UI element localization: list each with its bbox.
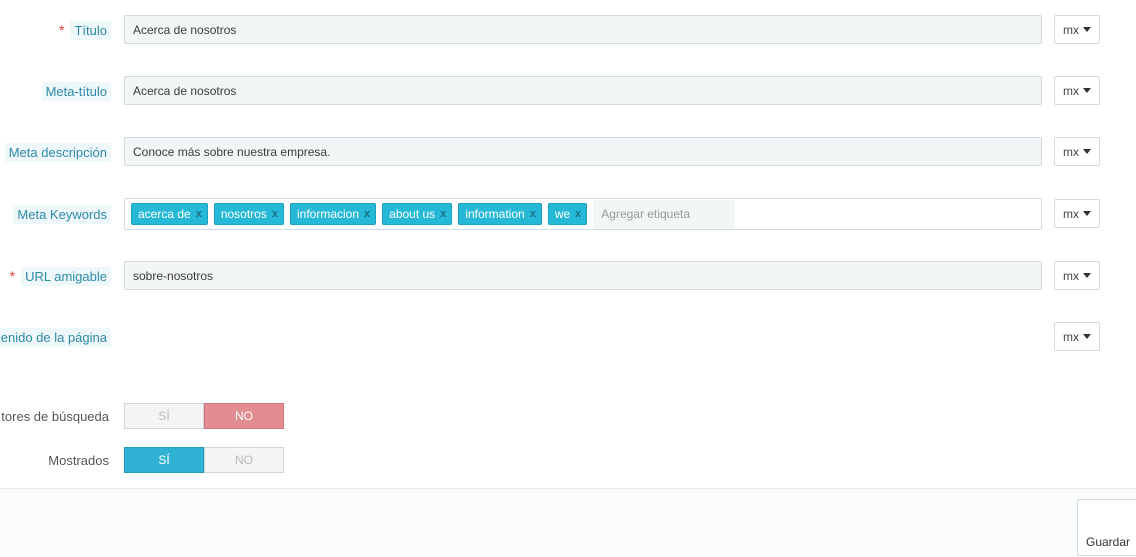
friendly-url-input[interactable]: sobre-nosotros bbox=[124, 261, 1042, 290]
remove-tag-icon[interactable]: x bbox=[364, 208, 370, 220]
meta-description-label: Meta descripción bbox=[4, 142, 111, 162]
lang-code: mx bbox=[1063, 268, 1079, 283]
search-engines-row: tores de búsqueda SÍ NO bbox=[0, 403, 1136, 429]
caret-down-icon bbox=[1083, 149, 1091, 154]
remove-tag-icon[interactable]: x bbox=[440, 208, 446, 220]
page-content-lang-dropdown[interactable]: mx bbox=[1054, 322, 1100, 351]
meta-keywords-label: Meta Keywords bbox=[13, 204, 111, 224]
keyword-tag: about us x bbox=[382, 203, 453, 225]
search-engines-yes-option[interactable]: SÍ bbox=[124, 403, 204, 429]
lang-code: mx bbox=[1063, 83, 1079, 98]
required-marker: * bbox=[59, 22, 65, 38]
meta-title-value: Acerca de nosotros bbox=[133, 83, 237, 98]
meta-title-label: Meta-título bbox=[41, 81, 111, 101]
meta-description-lang-dropdown[interactable]: mx bbox=[1054, 137, 1100, 166]
title-row: * Título Acerca de nosotros mx bbox=[0, 15, 1136, 45]
friendly-url-value: sobre-nosotros bbox=[133, 268, 214, 283]
required-marker: * bbox=[9, 268, 16, 284]
caret-down-icon bbox=[1083, 88, 1091, 93]
page-content-label: enido de la página bbox=[0, 327, 111, 347]
keyword-tag: information x bbox=[458, 203, 542, 225]
lang-code: mx bbox=[1063, 144, 1079, 159]
caret-down-icon bbox=[1083, 211, 1091, 216]
meta-keywords-lang-dropdown[interactable]: mx bbox=[1054, 199, 1100, 228]
lang-code: mx bbox=[1063, 22, 1079, 37]
friendly-url-label: URL amigable bbox=[21, 266, 111, 286]
save-button[interactable]: Guardar bbox=[1077, 499, 1136, 556]
meta-title-row: Meta-título Acerca de nosotros mx bbox=[0, 76, 1136, 106]
title-input[interactable]: Acerca de nosotros bbox=[124, 15, 1042, 44]
form-footer bbox=[0, 488, 1136, 557]
keyword-tag: nosotros x bbox=[213, 203, 284, 225]
caret-down-icon bbox=[1083, 273, 1091, 278]
displayed-switch[interactable]: SÍ NO bbox=[124, 447, 284, 473]
page-content-row: enido de la página mx bbox=[0, 322, 1136, 352]
displayed-yes-option[interactable]: SÍ bbox=[124, 447, 204, 473]
title-lang-dropdown[interactable]: mx bbox=[1054, 15, 1100, 44]
friendly-url-lang-dropdown[interactable]: mx bbox=[1054, 261, 1100, 290]
lang-code: mx bbox=[1063, 206, 1079, 221]
add-tag-input[interactable]: Agregar etiqueta bbox=[593, 200, 736, 228]
keyword-tag: informacion x bbox=[289, 203, 377, 225]
keyword-tag: acerca de x bbox=[131, 203, 208, 225]
title-label: Título bbox=[70, 20, 111, 40]
displayed-row: Mostrados SÍ NO bbox=[0, 447, 1136, 473]
displayed-label: Mostrados bbox=[48, 452, 109, 468]
meta-title-lang-dropdown[interactable]: mx bbox=[1054, 76, 1100, 105]
friendly-url-row: * URL amigable sobre-nosotros mx bbox=[0, 261, 1136, 291]
displayed-no-option[interactable]: NO bbox=[204, 447, 284, 473]
remove-tag-icon[interactable]: x bbox=[530, 208, 536, 220]
title-value: Acerca de nosotros bbox=[133, 22, 237, 37]
keyword-tag: we x bbox=[547, 203, 588, 225]
meta-keywords-tag-input[interactable]: acerca de x nosotros x informacion x about … bbox=[124, 198, 1042, 230]
caret-down-icon bbox=[1083, 334, 1091, 339]
remove-tag-icon[interactable]: x bbox=[272, 208, 278, 220]
meta-description-input[interactable]: Conoce más sobre nuestra empresa. bbox=[124, 137, 1042, 166]
meta-title-input[interactable]: Acerca de nosotros bbox=[124, 76, 1042, 105]
caret-down-icon bbox=[1083, 27, 1091, 32]
remove-tag-icon[interactable]: x bbox=[196, 208, 202, 220]
search-engines-label: tores de búsqueda bbox=[1, 408, 109, 424]
lang-code: mx bbox=[1063, 329, 1079, 344]
meta-keywords-row: Meta Keywords acerca de x nosotros x infor… bbox=[0, 198, 1136, 230]
meta-description-row: Meta descripción Conoce más sobre nuestr… bbox=[0, 137, 1136, 167]
meta-description-value: Conoce más sobre nuestra empresa. bbox=[133, 144, 331, 159]
remove-tag-icon[interactable]: x bbox=[575, 208, 581, 220]
search-engines-no-option[interactable]: NO bbox=[204, 403, 284, 429]
search-engines-switch[interactable]: SÍ NO bbox=[124, 403, 284, 429]
